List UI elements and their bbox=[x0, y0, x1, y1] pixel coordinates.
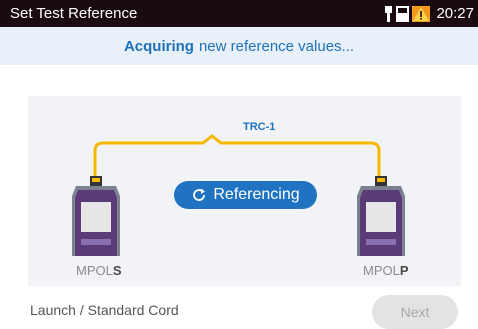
reference-method-label: Launch / Standard Cord bbox=[30, 302, 179, 318]
status-bar: Set Test Reference 20:27 bbox=[0, 0, 478, 27]
clock: 20:27 bbox=[436, 5, 474, 22]
battery-icon bbox=[396, 5, 410, 22]
right-device bbox=[353, 176, 409, 261]
left-device-label: MPOLS bbox=[76, 263, 122, 278]
right-device-label: MPOLP bbox=[363, 263, 409, 278]
probe-icon bbox=[384, 5, 393, 22]
banner-bold-text: Acquiring bbox=[123, 37, 194, 55]
mpol-device-icon bbox=[357, 176, 405, 256]
next-button[interactable]: Next bbox=[372, 295, 458, 329]
banner-text: new reference values... bbox=[198, 37, 355, 55]
referencing-label: Referencing bbox=[213, 186, 300, 203]
warning-icon bbox=[412, 5, 431, 22]
left-device bbox=[68, 176, 124, 261]
mpol-device-icon bbox=[72, 176, 120, 256]
referencing-status-pill: Referencing bbox=[174, 181, 317, 209]
cable-label: TRC-1 bbox=[243, 121, 276, 133]
window-title: Set Test Reference bbox=[10, 5, 138, 22]
reference-diagram: TRC-1 MPOLS MPOLP Referencing bbox=[28, 96, 461, 286]
refresh-icon bbox=[191, 187, 207, 203]
status-indicators: 20:27 bbox=[384, 5, 474, 22]
status-banner: Acquiring new reference values... bbox=[0, 27, 478, 65]
